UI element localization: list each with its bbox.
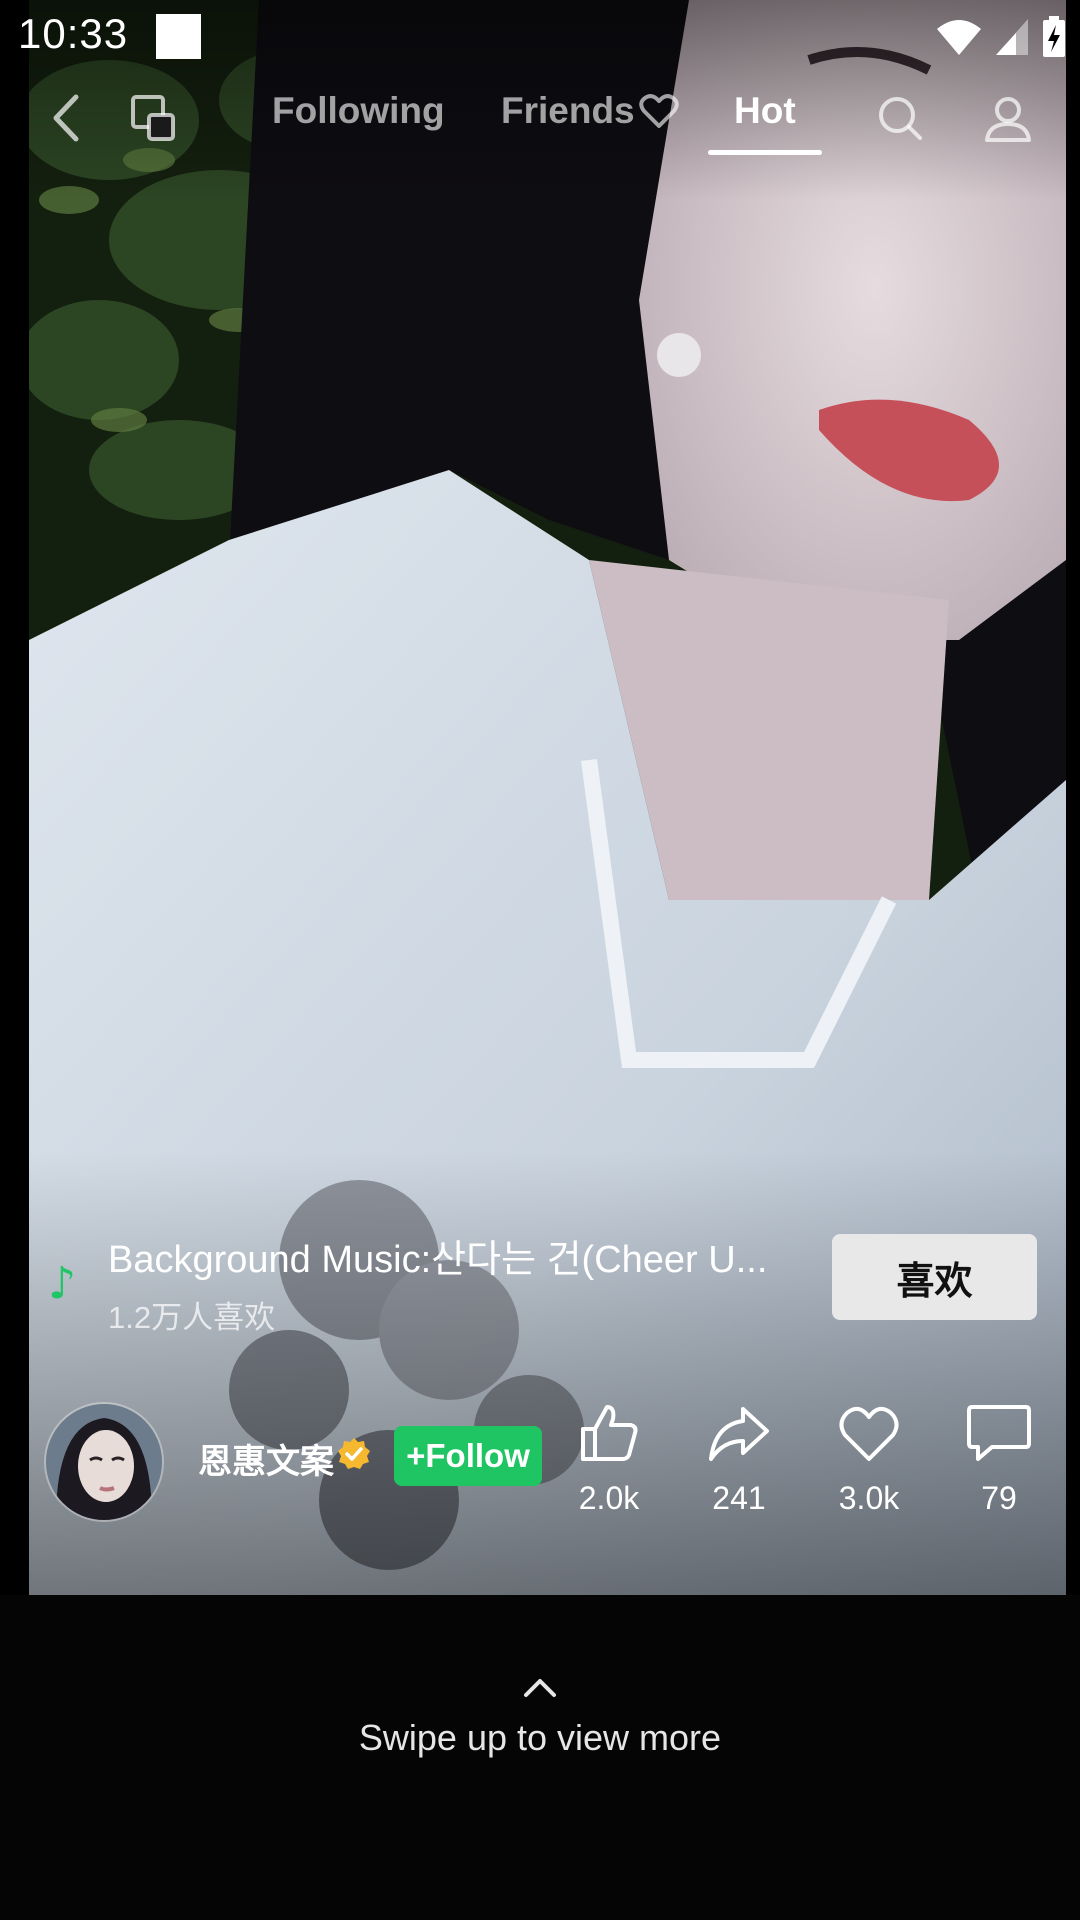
favorite-count: 3.0k [838,1480,900,1516]
tab-friends[interactable]: Friends [501,90,679,132]
video-player[interactable] [29,0,1066,1595]
tab-friends-label: Friends [501,90,635,131]
wifi-icon [937,20,981,55]
author-name[interactable]: 恩惠文案 [198,1434,334,1483]
video-frame [29,0,1066,1595]
back-button[interactable] [38,90,94,146]
back-icon [53,94,79,142]
share-button[interactable]: 241 [684,1396,794,1526]
music-title: Background Music:산다는 건(Cheer U... [108,1239,768,1281]
author-row: 恩惠文案 +Follow 2.0k 241 3.0k 79 [0,1396,1080,1536]
music-likes-count: 1.2万人喜欢 [108,1300,276,1335]
cellular-signal-icon [996,19,1028,55]
heart-icon [638,94,679,128]
status-icons [936,16,1066,58]
thumbs-up-icon [581,1405,638,1461]
video-feed-screen: 10:33 Following Friends Hot ♪ Background… [0,0,1080,1920]
battery-icon [1043,16,1065,57]
follow-button[interactable]: +Follow [394,1426,542,1486]
screen-cast-icon [131,95,175,141]
favorite-button[interactable]: 3.0k [814,1396,924,1526]
verified-badge-icon [338,1438,370,1469]
comment-icon [967,1405,1031,1461]
avatar-image [46,1404,162,1520]
like-count: 2.0k [578,1480,640,1516]
heart-icon [839,1406,899,1461]
tab-hot[interactable]: Hot [734,90,796,132]
notification-icon [156,14,201,59]
status-bar: 10:33 [0,0,1080,76]
profile-button[interactable] [980,90,1036,146]
tab-following[interactable]: Following [272,90,445,132]
like-button[interactable]: 2.0k [554,1396,664,1526]
screen-cast-button[interactable] [126,90,182,146]
avatar[interactable] [44,1402,164,1522]
active-tab-indicator [708,150,822,155]
share-count: 241 [712,1480,766,1516]
like-music-button[interactable]: 喜欢 [832,1234,1037,1320]
swipe-hint: Swipe up to view more [358,1717,722,1758]
background-music-bar[interactable]: ♪ Background Music:산다는 건(Cheer U... 1.2万… [0,1228,1080,1338]
chevron-up-icon [524,1679,556,1697]
search-button[interactable] [872,90,928,146]
comment-count: 79 [981,1480,1017,1516]
swipe-up-area[interactable]: Swipe up to view more [0,1595,1080,1920]
share-icon [709,1407,769,1461]
top-navigation: Following Friends Hot [0,76,1080,162]
music-note-icon: ♪ [48,1258,77,1309]
search-icon [879,97,922,140]
comment-button[interactable]: 79 [944,1396,1054,1526]
status-time: 10:33 [18,10,129,57]
profile-icon [985,97,1031,142]
